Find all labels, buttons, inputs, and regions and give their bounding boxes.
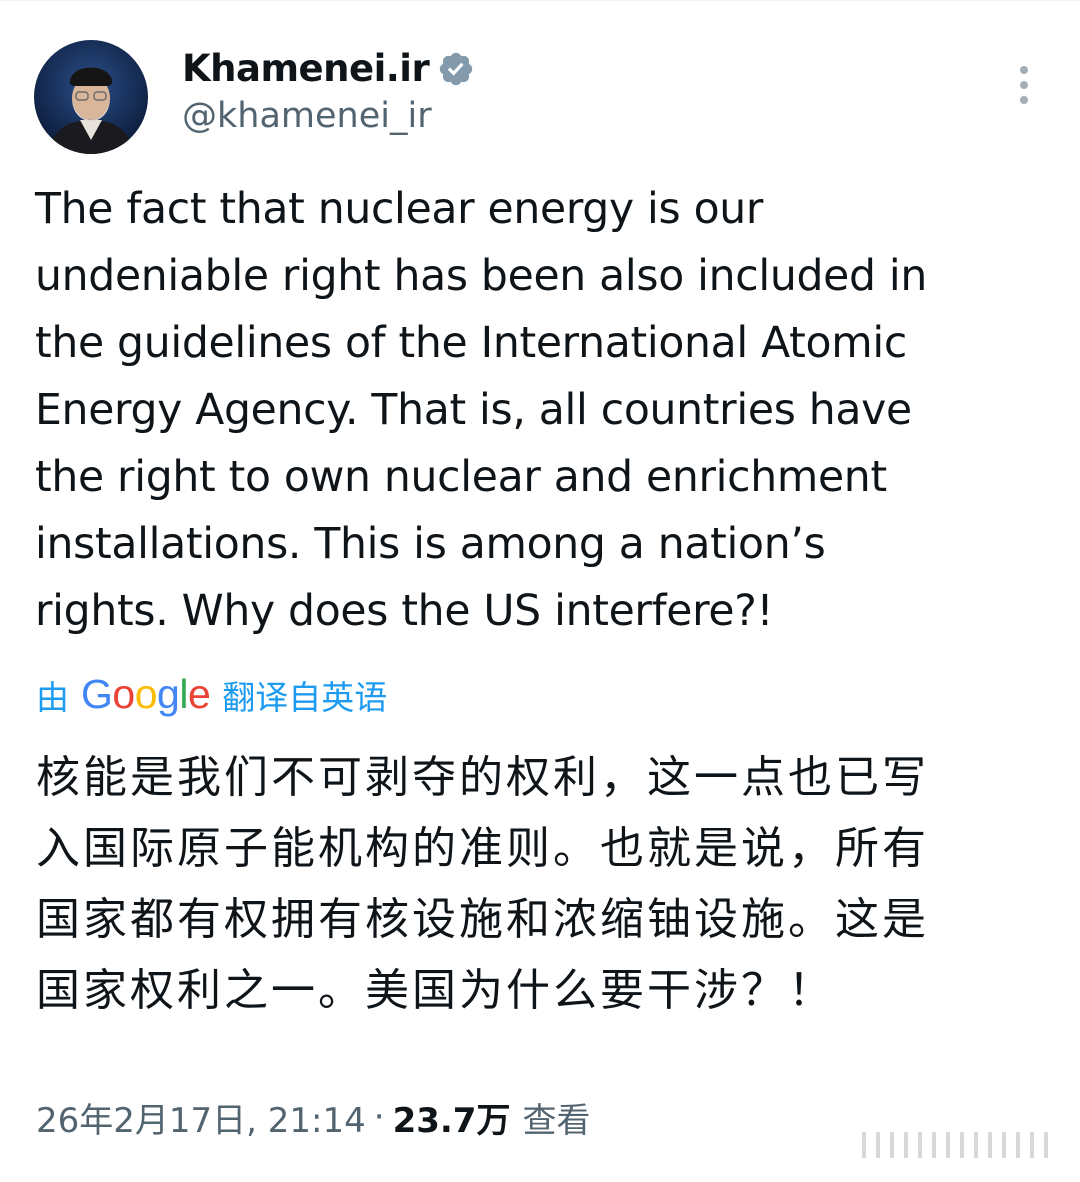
translated-text-line: 国家权利之一。美国为什么要干涉？！ [36, 965, 835, 1016]
meta-separator: · [373, 1097, 385, 1137]
translated-text-line: 入国际原子能机构的准则。也就是说，所有 [36, 823, 929, 874]
tweet-text-line: the guidelines of the International Atom… [35, 319, 907, 368]
tweet-text-line: installations. This is among a nation’s [35, 520, 826, 569]
author-handle[interactable]: @khamenei_ir [182, 96, 432, 136]
more-vertical-icon[interactable] [1004, 62, 1044, 108]
translated-text-line: 核能是我们不可剥夺的权利，这一点也已写 [36, 752, 929, 803]
watermark-icon [858, 1128, 1058, 1162]
avatar-photo [34, 40, 148, 154]
tweet-text-line: The fact that nuclear energy is our [35, 185, 764, 234]
author-display-name[interactable]: Khamenei.ir [182, 47, 430, 90]
tweet-text-line: rights. Why does the US interfere?! [35, 587, 774, 636]
views-label: 查看 [522, 1100, 591, 1141]
tweet-text-line: the right to own nuclear and enrichment [35, 453, 887, 502]
author-name-row: Khamenei.ir [182, 42, 475, 94]
top-divider [0, 0, 1080, 1]
avatar[interactable] [34, 40, 148, 154]
tweet-text: The fact that nuclear energy is our unde… [35, 176, 1055, 645]
translated-text-line: 国家都有权拥有核设施和浓缩铀设施。这是 [36, 894, 929, 945]
translated-tweet-text: 核能是我们不可剥夺的权利，这一点也已写 入国际原子能机构的准则。也就是说，所有 … [36, 742, 1056, 1026]
tweet-text-line: Energy Agency. That is, all countries ha… [35, 386, 912, 435]
tweet-timestamp[interactable]: 26年2月17日, 21:14 [36, 1093, 366, 1142]
translation-attribution[interactable]: 由 Google 翻译自英语 [36, 668, 387, 722]
tweet-meta: 26年2月17日, 21:14 · 23.7万 查看 [36, 1090, 590, 1144]
google-logo: Google [81, 670, 211, 717]
views-count: 23.7万 [392, 1100, 511, 1141]
tweet-text-line: undeniable right has been also included … [35, 252, 928, 301]
translated-by-label: 由 [36, 678, 69, 717]
translation-source-label: 翻译自英语 [222, 678, 388, 717]
verified-badge-icon [437, 50, 475, 88]
